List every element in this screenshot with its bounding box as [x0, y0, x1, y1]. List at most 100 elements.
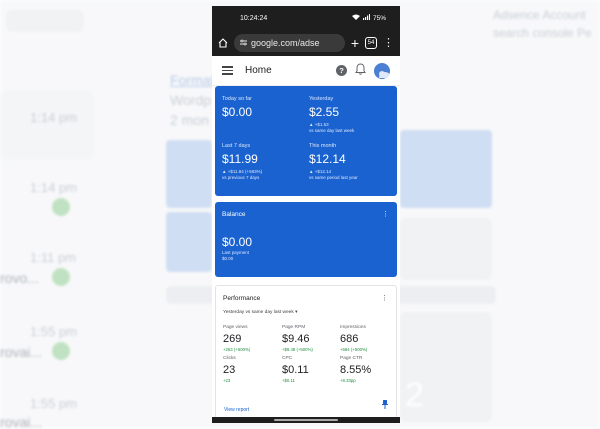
help-icon[interactable]: ?: [336, 65, 347, 76]
earnings-last-7-days: Last 7 days $11.99 ▲ +$11.84 (+583%) vs …: [222, 143, 302, 181]
performance-card: Performance ⋮ Yesterday vs same day last…: [215, 285, 397, 423]
gesture-handle[interactable]: [274, 419, 338, 421]
metric-delta: +23: [223, 378, 231, 383]
bg-time-4: 1:55 pm: [30, 324, 77, 339]
main-content: Today so far $0.00 Yesterday $2.55 ▲ +$1…: [212, 86, 400, 423]
browser-toolbar: google.com/adse + 54 ⋮: [212, 30, 400, 56]
performance-title: Performance: [223, 295, 261, 302]
metric-label: Clicks: [223, 356, 236, 361]
bg-number: 2: [405, 376, 424, 414]
menu-icon[interactable]: [222, 66, 233, 75]
bg-time-3: 1:11 pm: [30, 250, 77, 265]
last-payment-value: $0.00: [222, 256, 234, 262]
earnings-yesterday: Yesterday $2.55 ▲ +$1.53 vs same day las…: [309, 96, 389, 134]
bg-time-1: 1:14 pm: [30, 110, 77, 125]
bg-tile: [166, 140, 212, 208]
bg-dot: [52, 342, 70, 360]
metric-value: 8.55%: [340, 364, 372, 376]
bg-title-2: search console Pe: [493, 26, 592, 40]
month-compare: vs same period last year: [309, 174, 358, 180]
metric-label: Impressions: [340, 325, 366, 330]
yesterday-label: Yesterday: [309, 96, 334, 102]
metric-page-ctr[interactable]: Page CTR 8.55% +8.33pp: [340, 356, 396, 383]
yesterday-compare: vs same day last week: [309, 127, 355, 133]
dropdown-arrow-icon: ▾: [295, 310, 298, 315]
signal-icon: [362, 14, 370, 22]
balance-title: Balance: [222, 211, 246, 218]
more-menu-icon[interactable]: ⋮: [383, 37, 394, 49]
home-icon[interactable]: [218, 38, 228, 48]
view-report-link[interactable]: View report: [224, 407, 249, 413]
status-bar: 10:24:24 75%: [212, 6, 400, 30]
metric-clicks[interactable]: Clicks 23 +23: [223, 356, 279, 383]
metric-value: 686: [340, 333, 359, 345]
status-icons: 75%: [351, 14, 386, 22]
balance-card[interactable]: Balance ⋮ $0.00 Last payment $0.00: [215, 202, 397, 277]
bg-tile: [400, 218, 492, 280]
wifi-icon: [351, 14, 360, 22]
month-label: This month: [309, 143, 337, 149]
metric-delta: +$0.11: [282, 378, 295, 383]
today-label: Today so far: [222, 96, 252, 102]
metric-delta: +684 (+500%): [340, 347, 368, 352]
pin-icon[interactable]: [382, 396, 388, 414]
metric-delta: +263 (+500%): [223, 347, 251, 352]
page-title: Home: [245, 65, 272, 76]
bg-block: [0, 90, 94, 160]
earnings-card: Today so far $0.00 Yesterday $2.55 ▲ +$1…: [215, 86, 397, 196]
date-range-label: Yesterday vs same day last week: [223, 310, 294, 315]
metric-cpc[interactable]: CPC $0.11 +$0.11: [282, 356, 338, 383]
balance-more-icon[interactable]: ⋮: [382, 210, 389, 218]
new-tab-icon[interactable]: +: [351, 36, 359, 50]
metric-page-rpm[interactable]: Page RPM $9.46 +$9.48 (+500%): [282, 325, 338, 352]
account-avatar[interactable]: [374, 62, 390, 79]
bg-word-2: rovai...: [0, 344, 43, 360]
bg-word-3: rovai...: [0, 414, 43, 429]
earnings-this-month: This month $12.14 ▲ +$12.14 vs same peri…: [309, 143, 389, 181]
month-value: $12.14: [309, 152, 346, 166]
bg-time-2: 1:14 pm: [30, 180, 77, 195]
bg-tile: [400, 130, 492, 208]
bg-time-5: 1:55 pm: [30, 396, 77, 411]
metric-label: Page RPM: [282, 325, 306, 330]
metric-label: CPC: [282, 356, 293, 361]
bg-pill: [6, 10, 84, 32]
metric-value: $0.11: [282, 364, 309, 376]
bg-tile: [166, 212, 212, 272]
metric-label: Page CTR: [340, 356, 363, 361]
yesterday-value: $2.55: [309, 105, 340, 119]
battery-text: 75%: [372, 14, 386, 22]
bg-dot: [52, 268, 70, 286]
notifications-bell-icon[interactable]: [355, 62, 366, 80]
date-range-dropdown[interactable]: Yesterday vs same day last week ▾: [223, 310, 298, 315]
last7-value: $11.99: [222, 152, 258, 166]
today-value: $0.00: [222, 105, 253, 119]
bg-title-1: Adsence Account: [493, 8, 586, 22]
phone-screen: 10:24:24 75% google.com/adse + 54 ⋮ Home…: [212, 6, 400, 423]
bg-word-1: rovo...: [0, 270, 39, 286]
address-bar[interactable]: google.com/adse: [234, 34, 345, 52]
metric-impressions[interactable]: Impressions 686 +684 (+500%): [340, 325, 396, 352]
tab-switcher-button[interactable]: 54: [365, 37, 377, 49]
bg-wordp: Wordp: [170, 92, 211, 108]
metric-delta: +$9.48 (+500%): [282, 347, 313, 352]
last7-label: Last 7 days: [222, 143, 251, 149]
bg-mon: 2 mon: [170, 112, 209, 128]
metric-page-views[interactable]: Page views 269 +263 (+500%): [223, 325, 279, 352]
bg-dot: [52, 198, 70, 216]
metric-delta: +8.33pp: [340, 378, 356, 383]
app-header: Home ?: [212, 56, 400, 86]
balance-value: $0.00: [222, 235, 253, 249]
performance-more-icon[interactable]: ⋮: [381, 294, 388, 302]
bg-format: Format: [170, 72, 215, 88]
metric-value: $9.46: [282, 333, 310, 345]
metric-label: Page views: [223, 325, 248, 330]
site-settings-icon[interactable]: [240, 38, 247, 48]
metric-value: 269: [223, 333, 242, 345]
last7-compare: vs previous 7 days: [222, 174, 260, 180]
gesture-nav-bar: [212, 417, 400, 423]
metric-value: 23: [223, 364, 236, 376]
earnings-today: Today so far $0.00: [222, 96, 302, 119]
last-payment: Last payment $0.00: [222, 250, 249, 262]
url-text: google.com/adse: [251, 38, 320, 48]
